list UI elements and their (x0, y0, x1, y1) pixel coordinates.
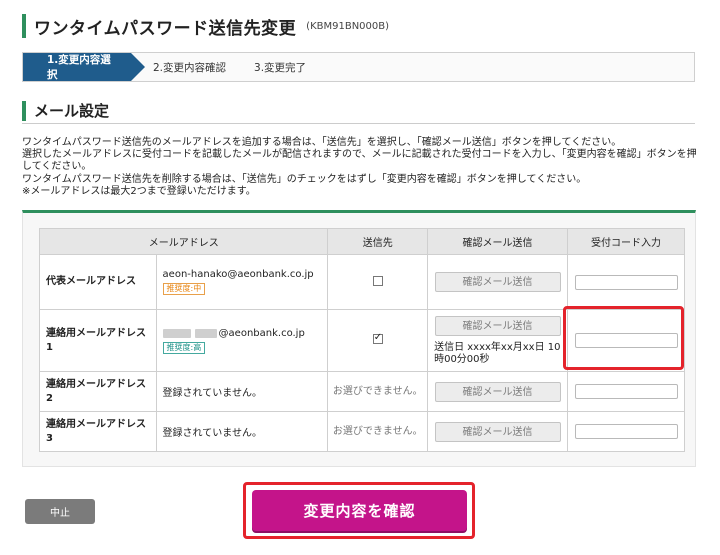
confirm-changes-button[interactable]: 変更内容を確認 (252, 490, 467, 531)
section-title: メール設定 (34, 102, 110, 120)
address-text: aeon-hanako@aeonbank.co.jp (162, 269, 314, 280)
address-text: @aeonbank.co.jp (218, 327, 305, 339)
description-line-1: ワンタイムパスワード送信先のメールアドレスを追加する場合は、「送信先」を選択し、… (22, 137, 622, 148)
not-selectable-text: お選びできません。 (332, 385, 423, 397)
header-send-to: 送信先 (327, 228, 429, 255)
recommend-badge: 推奨度:高 (162, 341, 206, 354)
masked-text (162, 328, 191, 338)
recommend-badge: 推奨度:中 (162, 283, 206, 295)
description-line-3: ワンタイムパスワード送信先を削除する場合は、「送信先」のチェックをはずし「変更内… (22, 173, 587, 185)
address-cell: 登録されていません。 (155, 411, 329, 452)
section-accent-bar (22, 100, 26, 121)
code-input[interactable] (574, 333, 678, 348)
send-to-checkbox[interactable] (372, 332, 383, 344)
address-line: @aeonbank.co.jp (162, 327, 328, 339)
page-title: ワンタイムパスワード送信先変更 (34, 18, 297, 39)
screen-code: (KBM91BN000B) (306, 20, 390, 32)
step-1: 1.変更内容選択 (23, 53, 145, 81)
confirm-cell: 確認メール送信 (427, 411, 569, 452)
code-input[interactable] (574, 424, 678, 439)
table-row: 連絡用メールアドレス1 @aeonbank.co.jp 推奨度:高 確認メール送… (39, 309, 685, 372)
send-confirm-mail-button[interactable]: 確認メール送信 (434, 315, 561, 336)
code-cell (567, 309, 685, 372)
header-code-input: 受付コード入力 (567, 228, 685, 255)
description-line-2: 選択したメールアドレスに受付コードを記載したメールが配信されますので、メールに記… (22, 149, 697, 173)
not-selectable-text: お選びできません。 (332, 425, 423, 437)
confirm-cell: 確認メール送信 (427, 254, 569, 310)
title-accent-bar (22, 14, 26, 38)
confirm-cell: 確認メール送信 (427, 371, 569, 412)
mail-settings-table: メールアドレス 送信先 確認メール送信 受付コード入力 代表メールアドレス ae… (38, 228, 685, 452)
masked-text (194, 328, 217, 338)
sent-date-info: 送信日 xxxx年xx月xx日 10時00分00秒 (434, 341, 561, 365)
send-confirm-mail-button[interactable]: 確認メール送信 (434, 421, 561, 442)
row-label: 連絡用メールアドレス 2 (39, 371, 157, 412)
table-row: 連絡用メールアドレス 2 登録されていません。 お選びできません。 確認メール送信 (39, 371, 685, 412)
code-cell (567, 371, 685, 412)
section-header: メール設定 (22, 98, 695, 124)
row-label: 代表メールアドレス (39, 254, 157, 310)
row-label: 連絡用メールアドレス 3 (39, 411, 157, 452)
table-row: 連絡用メールアドレス 3 登録されていません。 お選びできません。 確認メール送信 (39, 411, 685, 452)
send-to-checkbox[interactable] (372, 275, 383, 286)
send-cell (327, 309, 429, 372)
step-indicator: 1.変更内容選択 2.変更内容確認 3.変更完了 (22, 52, 695, 82)
step-2: 2.変更内容確認 (153, 61, 227, 74)
table-row: 代表メールアドレス aeon-hanako@aeonbank.co.jp 推奨度… (39, 254, 685, 310)
code-cell (567, 411, 685, 452)
header-mail-address: メールアドレス (38, 228, 329, 255)
description-line-4: ※メールアドレスは最大2つまで登録いただけます。 (22, 185, 256, 197)
mail-settings-panel: メールアドレス 送信先 確認メール送信 受付コード入力 代表メールアドレス ae… (22, 210, 696, 467)
page-header: ワンタイムパスワード送信先変更 (KBM91BN000B) (22, 13, 389, 39)
description: ワンタイムパスワード送信先のメールアドレスを追加する場合は、「送信先」を選択し、… (22, 137, 698, 198)
code-input[interactable] (574, 274, 678, 290)
header-confirm-mail: 確認メール送信 (427, 228, 569, 255)
address-cell: 登録されていません。 (155, 371, 329, 412)
send-cell: お選びできません。 (327, 371, 429, 412)
code-cell (567, 254, 685, 310)
cancel-button[interactable]: 中止 (25, 499, 95, 524)
address-cell: aeon-hanako@aeonbank.co.jp 推奨度:中 (155, 254, 329, 310)
step-3: 3.変更完了 (254, 61, 307, 74)
address-cell: @aeonbank.co.jp 推奨度:高 (155, 309, 329, 372)
code-input[interactable] (574, 384, 678, 399)
send-cell (327, 254, 429, 310)
confirm-cell: 確認メール送信 送信日 xxxx年xx月xx日 10時00分00秒 (427, 309, 569, 372)
send-confirm-mail-button[interactable]: 確認メール送信 (434, 272, 561, 292)
send-confirm-mail-button[interactable]: 確認メール送信 (434, 381, 561, 402)
row-label: 連絡用メールアドレス 1 (39, 309, 157, 372)
send-cell: お選びできません。 (327, 411, 429, 452)
